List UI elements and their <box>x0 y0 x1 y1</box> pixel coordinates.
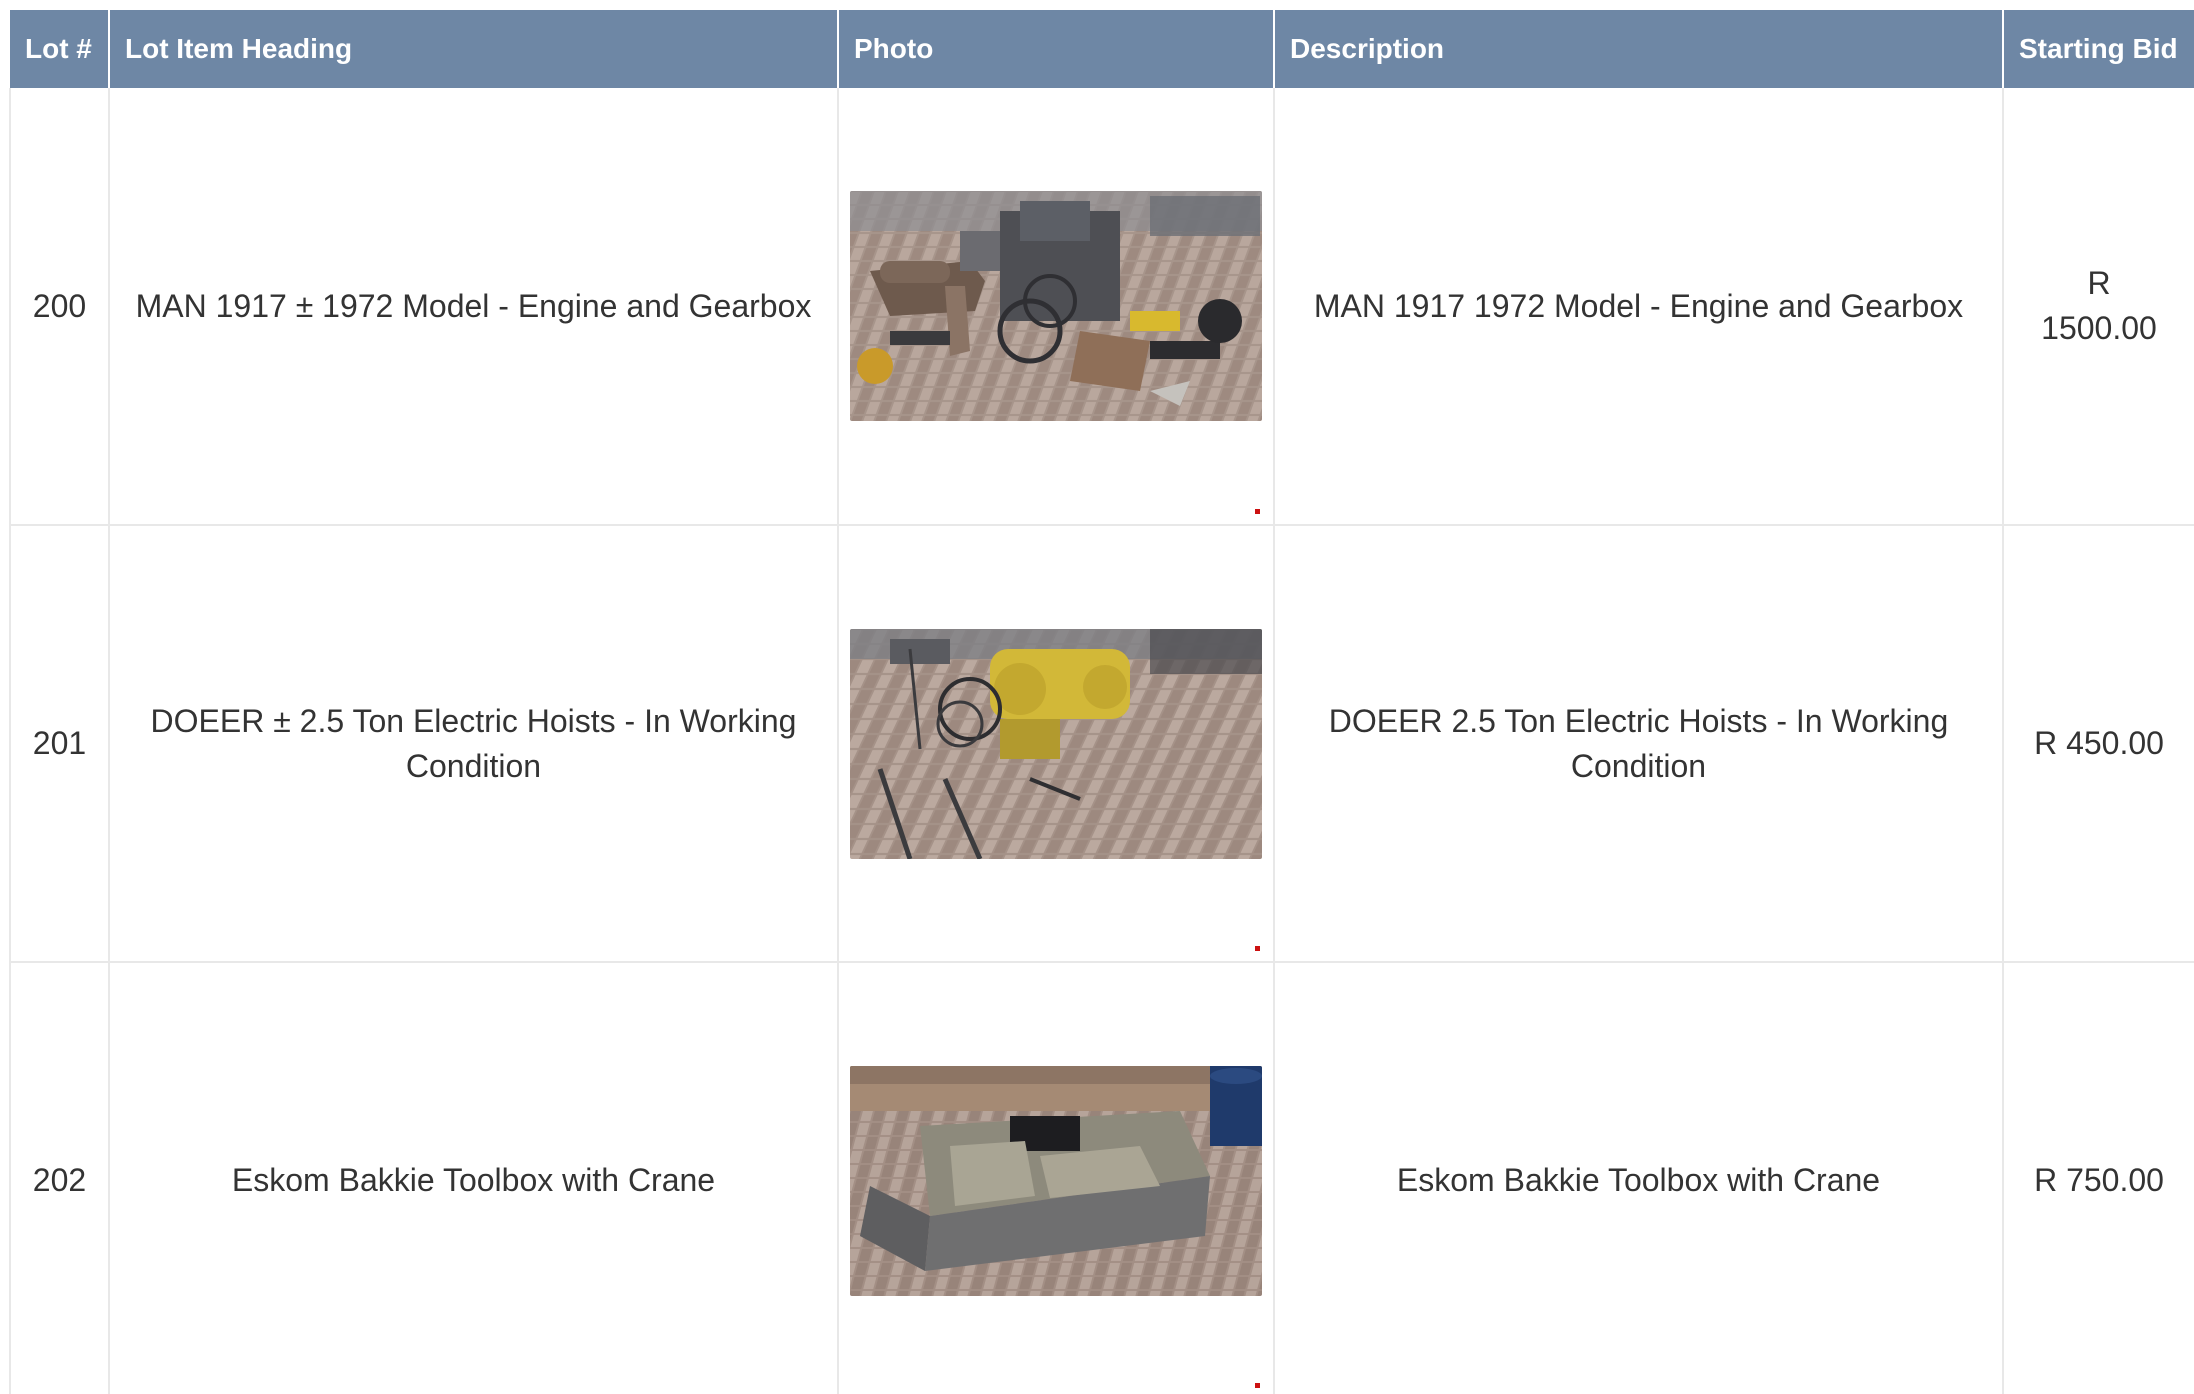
lot-heading-cell: Eskom Bakkie Toolbox with Crane <box>109 962 839 1394</box>
column-header-photo[interactable]: Photo <box>838 10 1275 88</box>
lot-heading-cell: DOEER ± 2.5 Ton Electric Hoists - In Wor… <box>109 525 839 963</box>
engine-and-gearbox-photo[interactable] <box>850 191 1262 421</box>
lot-number-cell: 200 <box>9 88 110 526</box>
table-row: 202 Eskom Bakkie Toolbox with Crane Esko… <box>9 962 2194 1394</box>
description-cell: Eskom Bakkie Toolbox with Crane <box>1274 962 2004 1394</box>
lot-table-header: Lot # Lot Item Heading Photo Description… <box>10 10 2194 88</box>
header-row: Lot # Lot Item Heading Photo Description… <box>10 10 2194 88</box>
toolbox-with-crane-photo[interactable] <box>850 1065 1262 1296</box>
description-cell: MAN 1917 1972 Model - Engine and Gearbox <box>1274 88 2004 526</box>
photo-cell <box>838 962 1275 1394</box>
lot-listing-page: Lot # Lot Item Heading Photo Description… <box>0 0 2194 1394</box>
starting-bid-cell: R 750.00 <box>2003 962 2194 1394</box>
electric-hoists-photo[interactable] <box>850 628 1262 859</box>
table-row: 201 DOEER ± 2.5 Ton Electric Hoists - In… <box>9 525 2194 963</box>
starting-bid-cell: R 450.00 <box>2003 525 2194 963</box>
lot-number-cell: 201 <box>9 525 110 963</box>
lot-table-body: 200 MAN 1917 ± 1972 Model - Engine and G… <box>9 88 2194 1394</box>
column-header-lot-number[interactable]: Lot # <box>10 10 110 88</box>
red-marker <box>1255 1383 1260 1388</box>
photo-cell <box>838 88 1275 526</box>
photo-cell <box>838 525 1275 963</box>
column-header-lot-item-heading[interactable]: Lot Item Heading <box>109 10 839 88</box>
lot-heading-cell: MAN 1917 ± 1972 Model - Engine and Gearb… <box>109 88 839 526</box>
lot-number-cell: 202 <box>9 962 110 1394</box>
red-marker <box>1255 946 1260 951</box>
starting-bid-cell: R 1500.00 <box>2003 88 2194 526</box>
column-header-description[interactable]: Description <box>1274 10 2004 88</box>
lot-table: Lot # Lot Item Heading Photo Description… <box>9 10 2194 1394</box>
description-cell: DOEER 2.5 Ton Electric Hoists - In Worki… <box>1274 525 2004 963</box>
column-header-starting-bid[interactable]: Starting Bid <box>2003 10 2194 88</box>
red-marker <box>1255 509 1260 514</box>
table-row: 200 MAN 1917 ± 1972 Model - Engine and G… <box>9 88 2194 526</box>
